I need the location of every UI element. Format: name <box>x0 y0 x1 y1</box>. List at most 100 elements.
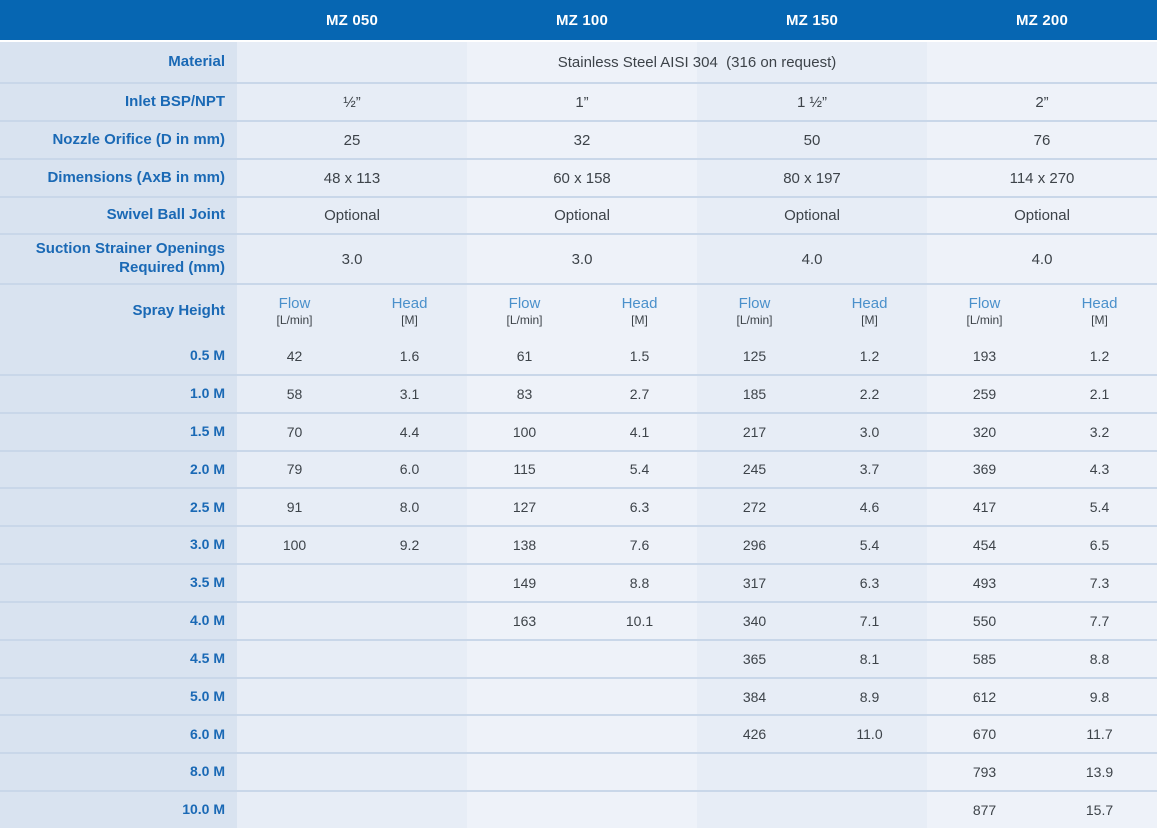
head-value-mz150: 8.9 <box>812 679 927 715</box>
column-header-mz150: MZ 150 <box>697 0 927 40</box>
head-value-mz050 <box>352 565 467 601</box>
head-value-mz150: 6.3 <box>812 565 927 601</box>
spray-row-10.0-m: 10.0 M87715.7 <box>0 790 1157 828</box>
spray-row-height-label: 0.5 M <box>0 338 237 374</box>
flow-value-mz150: 217 <box>697 414 812 450</box>
head-value-mz050 <box>352 603 467 639</box>
material-value: Stainless Steel AISI 304 (316 on request… <box>237 42 1157 82</box>
head-header-name: Head <box>392 294 428 314</box>
spray-row-height-label: 1.5 M <box>0 414 237 450</box>
flow-value-mz200: 259 <box>927 376 1042 412</box>
flow-value-mz150: 340 <box>697 603 812 639</box>
flow-value-mz200: 417 <box>927 489 1042 525</box>
head-header-unit: [M] <box>401 313 418 329</box>
spray-height-label: Spray Height <box>0 285 237 338</box>
head-value-mz200: 1.2 <box>1042 338 1157 374</box>
head-value-mz100: 8.8 <box>582 565 697 601</box>
flow-value-mz100: 100 <box>467 414 582 450</box>
head-header-mz100: Head [M] <box>582 285 697 338</box>
flow-header-unit: [L/min] <box>736 313 772 329</box>
flow-value-mz150: 272 <box>697 489 812 525</box>
suction-strainer-row: Suction Strainer Openings Required (mm) … <box>0 233 1157 283</box>
flow-value-mz200: 550 <box>927 603 1042 639</box>
head-value-mz200: 7.7 <box>1042 603 1157 639</box>
flow-header-name: Flow <box>279 294 311 314</box>
nozzle-spec-table: MZ 050 MZ 100 MZ 150 MZ 200 Material Sta… <box>0 0 1157 828</box>
inlet-value-mz150: 1 ½” <box>697 84 927 120</box>
spray-row-8.0-m: 8.0 M79313.9 <box>0 752 1157 790</box>
head-value-mz050 <box>352 792 467 828</box>
swivel-ball-joint-row: Swivel Ball Joint Optional Optional Opti… <box>0 196 1157 233</box>
flow-value-mz050: 70 <box>237 414 352 450</box>
head-value-mz050 <box>352 679 467 715</box>
nozzle-orifice-value-mz150: 50 <box>697 122 927 158</box>
dimensions-value-mz150: 80 x 197 <box>697 160 927 196</box>
flow-header-mz050: Flow [L/min] <box>237 285 352 338</box>
flow-header-mz150: Flow [L/min] <box>697 285 812 338</box>
spray-row-4.5-m: 4.5 M3658.15858.8 <box>0 639 1157 677</box>
head-value-mz100: 2.7 <box>582 376 697 412</box>
head-value-mz150: 7.1 <box>812 603 927 639</box>
suction-value-mz050: 3.0 <box>237 235 467 283</box>
nozzle-orifice-value-mz050: 25 <box>237 122 467 158</box>
nozzle-orifice-value-mz100: 32 <box>467 122 697 158</box>
head-value-mz150: 1.2 <box>812 338 927 374</box>
flow-value-mz200: 454 <box>927 527 1042 563</box>
flow-value-mz050: 79 <box>237 452 352 488</box>
flow-value-mz050: 58 <box>237 376 352 412</box>
flow-header-unit: [L/min] <box>506 313 542 329</box>
flow-value-mz200: 193 <box>927 338 1042 374</box>
flow-value-mz100: 83 <box>467 376 582 412</box>
flow-value-mz200: 585 <box>927 641 1042 677</box>
flow-value-mz050 <box>237 603 352 639</box>
flow-header-mz200: Flow [L/min] <box>927 285 1042 338</box>
head-value-mz200: 11.7 <box>1042 716 1157 752</box>
flow-value-mz150: 317 <box>697 565 812 601</box>
dimensions-label: Dimensions (AxB in mm) <box>0 160 237 196</box>
spray-row-height-label: 3.5 M <box>0 565 237 601</box>
flow-header-name: Flow <box>969 294 1001 314</box>
spray-row-height-label: 4.0 M <box>0 603 237 639</box>
head-header-mz050: Head [M] <box>352 285 467 338</box>
flow-value-mz150: 245 <box>697 452 812 488</box>
flow-value-mz100: 138 <box>467 527 582 563</box>
flow-value-mz150: 185 <box>697 376 812 412</box>
flow-value-mz200: 670 <box>927 716 1042 752</box>
flow-value-mz050 <box>237 792 352 828</box>
flow-value-mz100 <box>467 679 582 715</box>
flow-value-mz050: 91 <box>237 489 352 525</box>
spray-row-1.0-m: 1.0 M583.1832.71852.22592.1 <box>0 374 1157 412</box>
flow-value-mz050 <box>237 641 352 677</box>
head-value-mz200: 8.8 <box>1042 641 1157 677</box>
spray-row-height-label: 2.5 M <box>0 489 237 525</box>
nozzle-orifice-value-mz200: 76 <box>927 122 1157 158</box>
flow-header-mz100: Flow [L/min] <box>467 285 582 338</box>
head-value-mz050: 6.0 <box>352 452 467 488</box>
column-header-mz100: MZ 100 <box>467 0 697 40</box>
flow-value-mz100: 127 <box>467 489 582 525</box>
head-value-mz150: 2.2 <box>812 376 927 412</box>
spray-row-height-label: 10.0 M <box>0 792 237 828</box>
material-row: Material Stainless Steel AISI 304 (316 o… <box>0 40 1157 82</box>
head-value-mz150: 8.1 <box>812 641 927 677</box>
spray-row-4.0-m: 4.0 M16310.13407.15507.7 <box>0 601 1157 639</box>
head-value-mz200: 4.3 <box>1042 452 1157 488</box>
spray-row-5.0-m: 5.0 M3848.96129.8 <box>0 677 1157 715</box>
head-value-mz200: 3.2 <box>1042 414 1157 450</box>
head-value-mz150: 3.0 <box>812 414 927 450</box>
head-header-unit: [M] <box>861 313 878 329</box>
swivel-value-mz050: Optional <box>237 198 467 233</box>
dimensions-value-mz050: 48 x 113 <box>237 160 467 196</box>
flow-header-name: Flow <box>509 294 541 314</box>
spray-row-height-label: 8.0 M <box>0 754 237 790</box>
flow-header-unit: [L/min] <box>276 313 312 329</box>
head-value-mz100: 6.3 <box>582 489 697 525</box>
head-value-mz050: 3.1 <box>352 376 467 412</box>
inlet-row: Inlet BSP/NPT ½” 1” 1 ½” 2” <box>0 82 1157 120</box>
flow-value-mz100: 115 <box>467 452 582 488</box>
suction-value-mz100: 3.0 <box>467 235 697 283</box>
flow-value-mz150: 125 <box>697 338 812 374</box>
head-value-mz100 <box>582 792 697 828</box>
flow-value-mz050 <box>237 716 352 752</box>
head-value-mz200: 13.9 <box>1042 754 1157 790</box>
